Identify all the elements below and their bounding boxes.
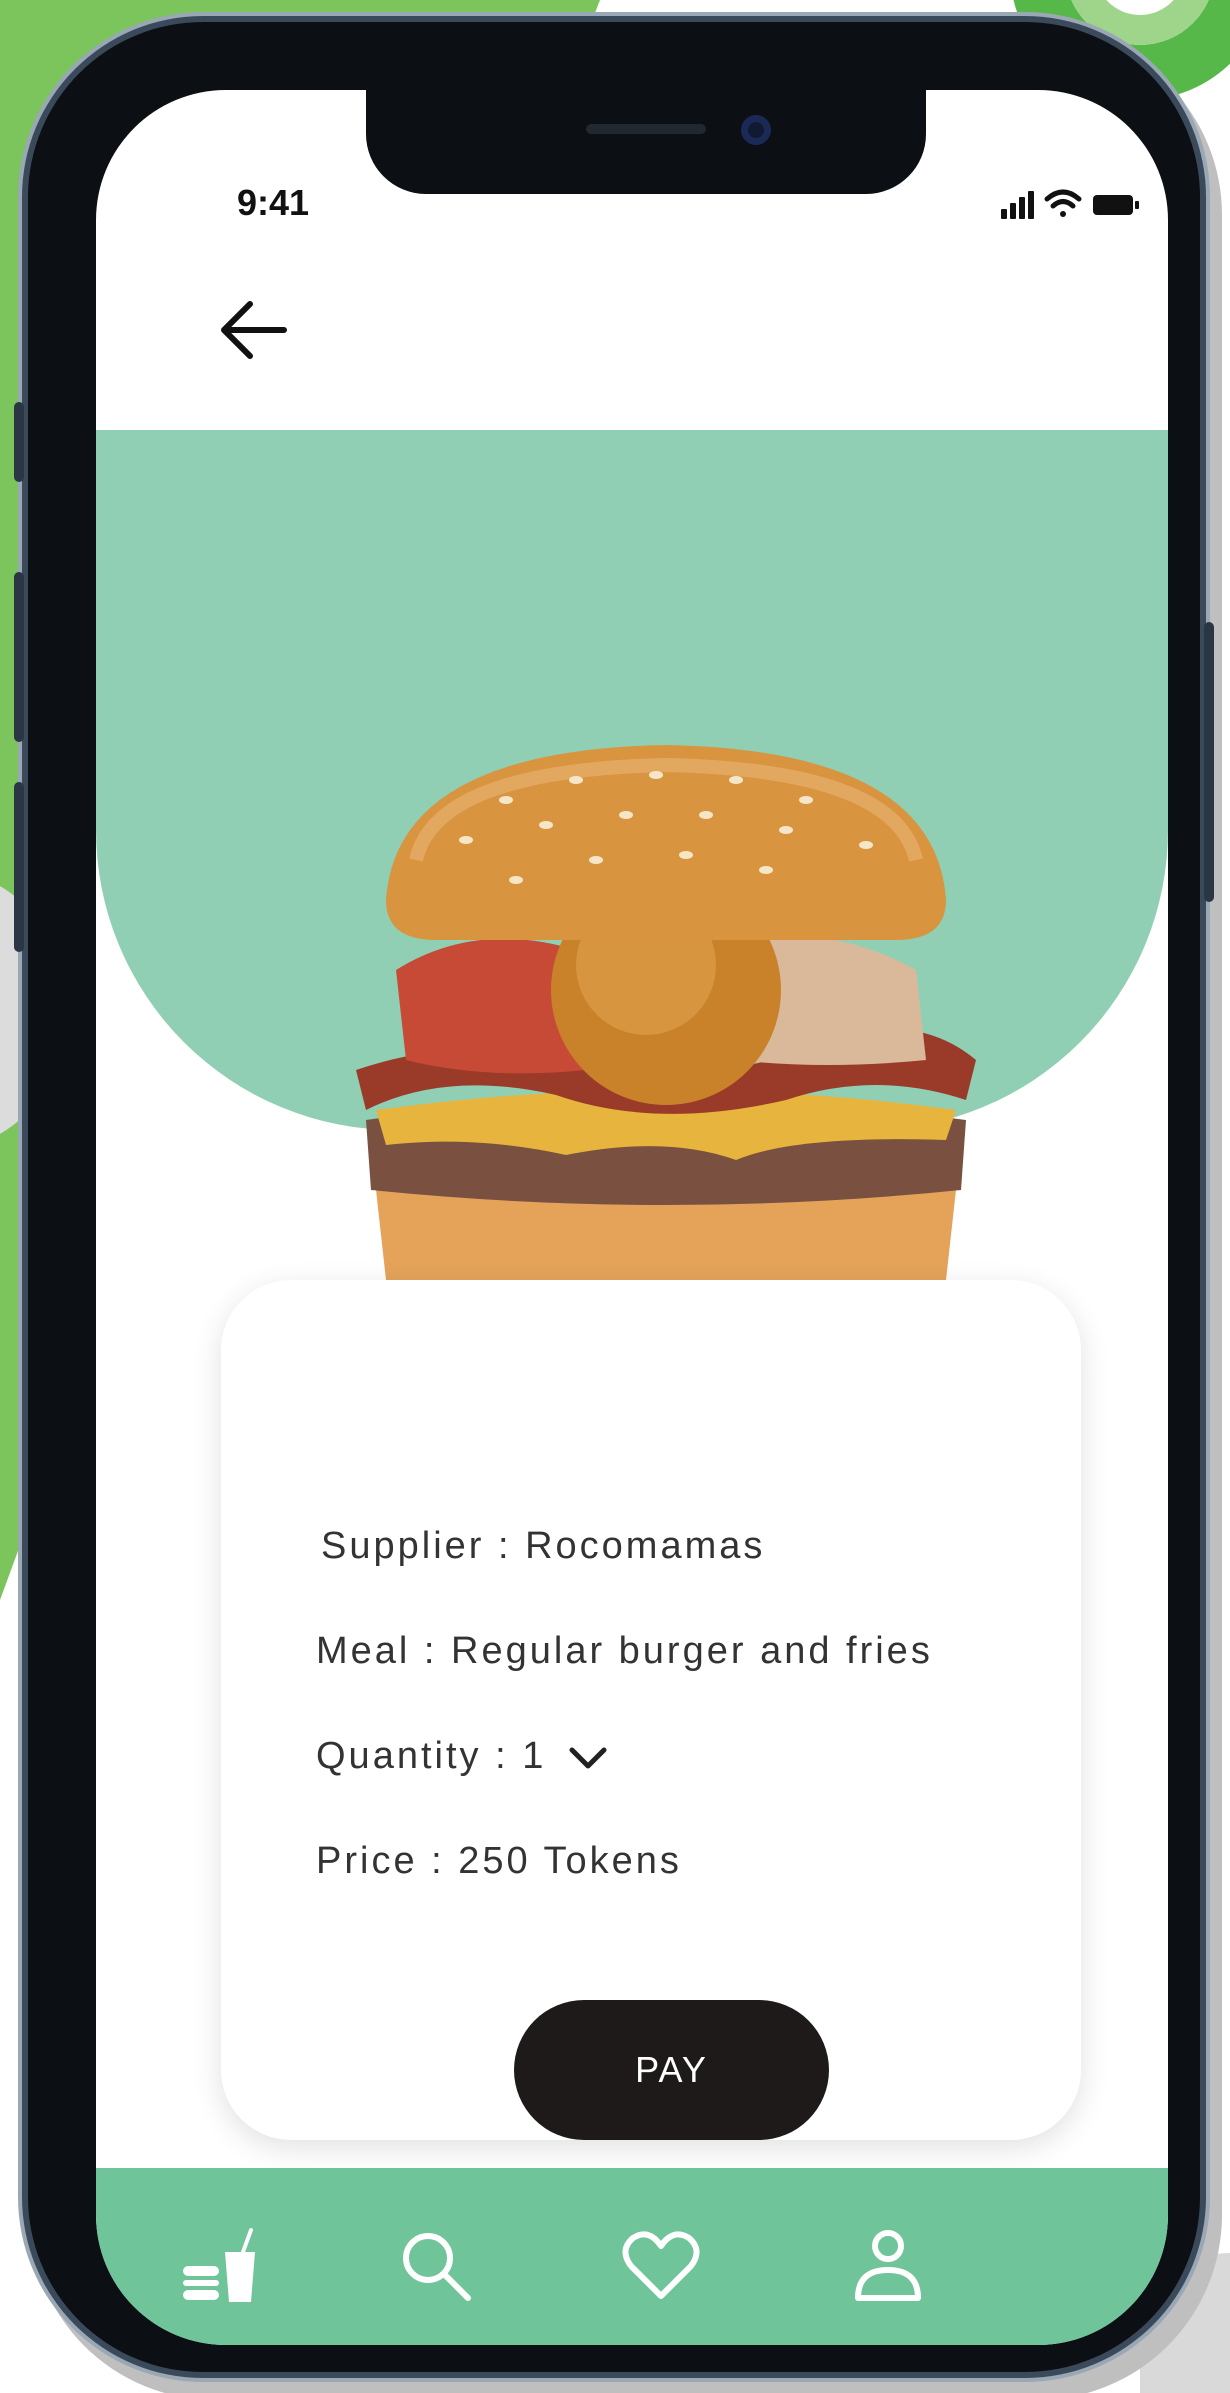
pay-button[interactable]: PAY bbox=[514, 2000, 829, 2140]
status-icons bbox=[1001, 189, 1139, 219]
order-card: Supplier : Rocomamas Meal : Regular burg… bbox=[221, 1280, 1081, 2140]
chevron-down-icon[interactable] bbox=[568, 1745, 608, 1771]
phone-notch bbox=[366, 90, 926, 194]
food-drink-icon[interactable] bbox=[181, 2226, 261, 2306]
phone-side-button bbox=[14, 402, 24, 482]
arrow-left-icon[interactable] bbox=[214, 290, 294, 370]
speaker-grille bbox=[586, 124, 706, 134]
phone-side-button bbox=[14, 572, 24, 742]
phone-side-button bbox=[14, 782, 24, 952]
phone-side-button bbox=[1204, 622, 1214, 902]
search-icon[interactable] bbox=[396, 2226, 476, 2306]
bottom-nav bbox=[96, 2168, 1168, 2345]
burger-image bbox=[356, 745, 976, 1300]
supplier-text: Supplier : Rocomamas bbox=[321, 1525, 766, 1567]
front-camera bbox=[741, 115, 771, 145]
phone-screen: 9:41 Supplier: Rocomamas Meal: Regular… bbox=[96, 90, 1168, 2345]
quantity-row: Quantity : 1 bbox=[316, 1735, 608, 1778]
phone-frame: 9:41 Supplier: Rocomamas Meal: Regular… bbox=[14, 22, 1214, 2372]
meal-text: Meal : Regular burger and fries bbox=[316, 1630, 933, 1672]
battery-icon bbox=[1093, 195, 1139, 215]
wifi-icon bbox=[1044, 189, 1082, 217]
heart-icon[interactable] bbox=[621, 2226, 701, 2306]
signal-icon bbox=[1001, 191, 1034, 219]
user-icon[interactable] bbox=[848, 2226, 928, 2306]
status-time: 9:41 bbox=[237, 182, 310, 223]
quantity-text: Quantity : 1 bbox=[316, 1735, 547, 1777]
price-text: Price : 250 Tokens bbox=[316, 1840, 682, 1882]
